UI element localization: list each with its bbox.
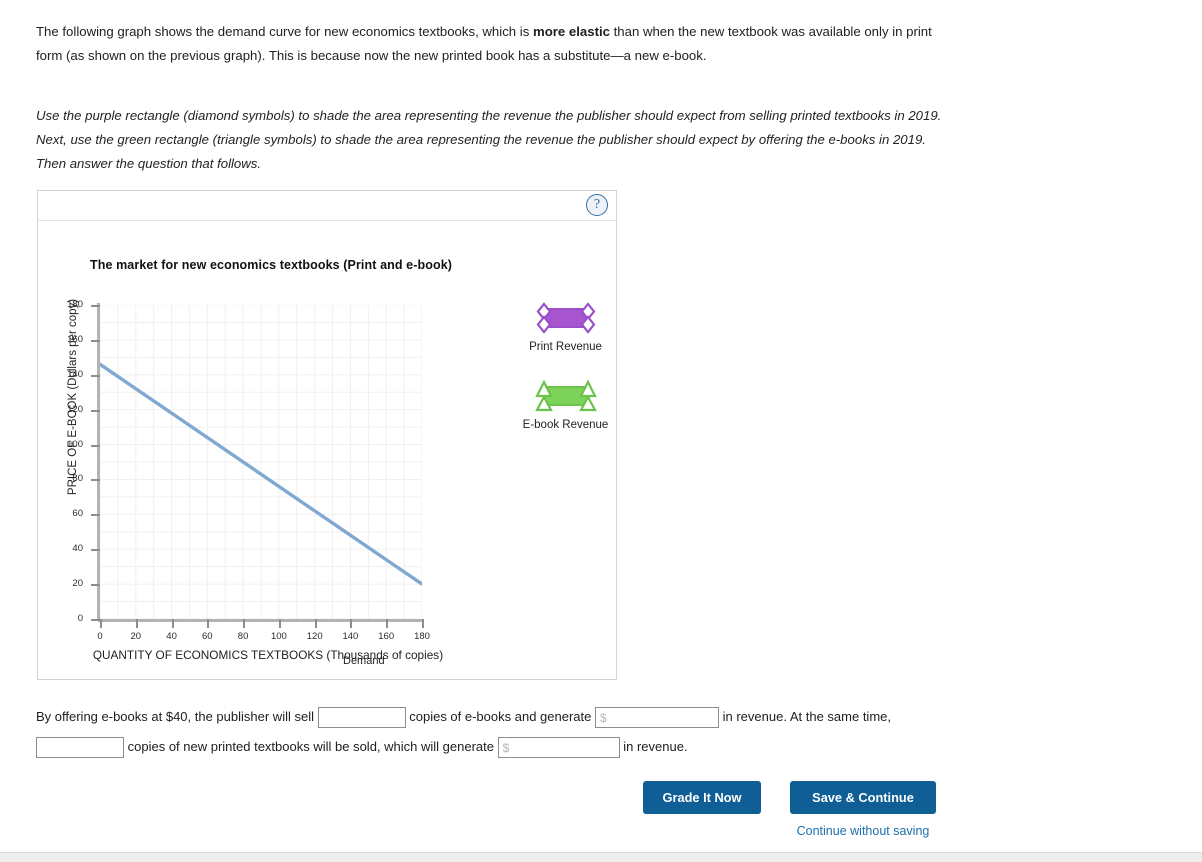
y-axis-tick — [91, 549, 100, 552]
graph-panel: ? The market for new economics textbooks… — [37, 190, 617, 680]
x-axis-tick — [171, 619, 174, 628]
answer-text-1b: copies of e-books and generate — [409, 709, 592, 724]
save-and-continue-button[interactable]: Save & Continue — [790, 781, 936, 814]
intro-paragraph: The following graph shows the demand cur… — [36, 20, 948, 68]
chart-legend: Print Revenue E-book Revenue — [498, 301, 633, 457]
answer-text-1c: in revenue. At the same time, — [722, 709, 891, 724]
legend-item-ebook-revenue[interactable]: E-book Revenue — [498, 379, 633, 431]
y-axis-tick — [91, 444, 100, 447]
legend-label-print-revenue: Print Revenue — [529, 341, 602, 353]
x-axis-tick — [278, 619, 281, 628]
x-axis-tick — [243, 619, 246, 628]
demand-curve[interactable] — [100, 305, 422, 619]
demand-curve-label: Demand — [343, 655, 385, 667]
print-quantity-input[interactable] — [36, 737, 124, 759]
x-axis-tick-label: 120 — [306, 631, 323, 642]
x-axis-title: QUANTITY OF ECONOMICS TEXTBOOKS (Thousan… — [92, 648, 444, 662]
answer-text-2a: copies of new printed textbooks will be … — [127, 739, 494, 754]
x-axis-line — [98, 619, 423, 622]
y-axis-tick — [91, 339, 100, 342]
y-axis-tick — [91, 409, 100, 412]
x-axis-tick-label: 160 — [378, 631, 395, 642]
y-axis-tick-label: 20 — [72, 578, 83, 590]
x-axis-tick — [135, 619, 138, 628]
y-axis-tick — [91, 619, 100, 621]
y-axis-tick — [91, 584, 100, 587]
plot-area — [100, 305, 422, 619]
y-axis-tick — [91, 479, 100, 482]
purple-rectangle-diamond-icon[interactable] — [533, 302, 599, 334]
x-axis-tick-label: 60 — [202, 631, 213, 642]
x-axis-tick — [314, 619, 317, 628]
ebook-revenue-input[interactable] — [595, 707, 719, 729]
grade-it-now-button[interactable]: Grade It Now — [643, 781, 761, 814]
x-axis-tick-label: 40 — [166, 631, 177, 642]
x-axis-tick — [422, 619, 424, 628]
x-axis-tick — [100, 619, 102, 628]
graph-panel-header: ? — [38, 191, 616, 221]
bottom-bar — [0, 852, 1202, 862]
answer-block: By offering e-books at $40, the publishe… — [36, 702, 986, 762]
print-revenue-input[interactable] — [497, 737, 620, 759]
legend-item-print-revenue[interactable]: Print Revenue — [498, 301, 633, 353]
legend-label-ebook-revenue: E-book Revenue — [522, 419, 609, 431]
x-axis-tick — [350, 619, 353, 628]
answer-line-1: By offering e-books at $40, the publishe… — [36, 702, 986, 732]
print-revenue-swatch[interactable] — [498, 301, 633, 335]
help-icon[interactable]: ? — [586, 194, 608, 216]
y-axis-tick — [91, 305, 100, 307]
chart-title: The market for new economics textbooks (… — [90, 258, 453, 272]
x-axis-tick-label: 140 — [342, 631, 359, 642]
y-axis-tick-label: 0 — [77, 613, 83, 624]
answer-text-2b: in revenue. — [623, 739, 688, 754]
answer-line-2: copies of new printed textbooks will be … — [36, 732, 986, 762]
y-axis-tick — [91, 514, 100, 517]
continue-without-saving-link[interactable]: Continue without saving — [790, 824, 936, 838]
x-axis-tick-label: 100 — [270, 631, 287, 642]
answer-text-1a: By offering e-books at $40, the publishe… — [36, 709, 314, 724]
y-axis-title: PRICE OF E-BOOK (Dollars per copy) — [67, 298, 79, 496]
x-axis-tick — [207, 619, 210, 628]
x-axis-tick-label: 180 — [414, 631, 430, 642]
x-axis-tick — [386, 619, 389, 628]
intro-bold-phrase: more elastic — [532, 24, 610, 39]
y-axis-tick — [91, 374, 100, 377]
green-rectangle-triangle-icon[interactable] — [533, 380, 599, 412]
ebook-revenue-swatch[interactable] — [498, 379, 633, 413]
intro-text-before: The following graph shows the demand cur… — [36, 24, 533, 39]
x-axis-tick-label: 20 — [130, 631, 142, 642]
x-axis-tick-label: 80 — [237, 631, 249, 642]
ebook-quantity-input[interactable] — [317, 707, 406, 729]
y-axis-tick-label: 40 — [72, 543, 83, 555]
instruction-paragraph: Use the purple rectangle (diamond symbol… — [36, 108, 942, 171]
x-axis-tick-label: 0 — [97, 631, 103, 642]
